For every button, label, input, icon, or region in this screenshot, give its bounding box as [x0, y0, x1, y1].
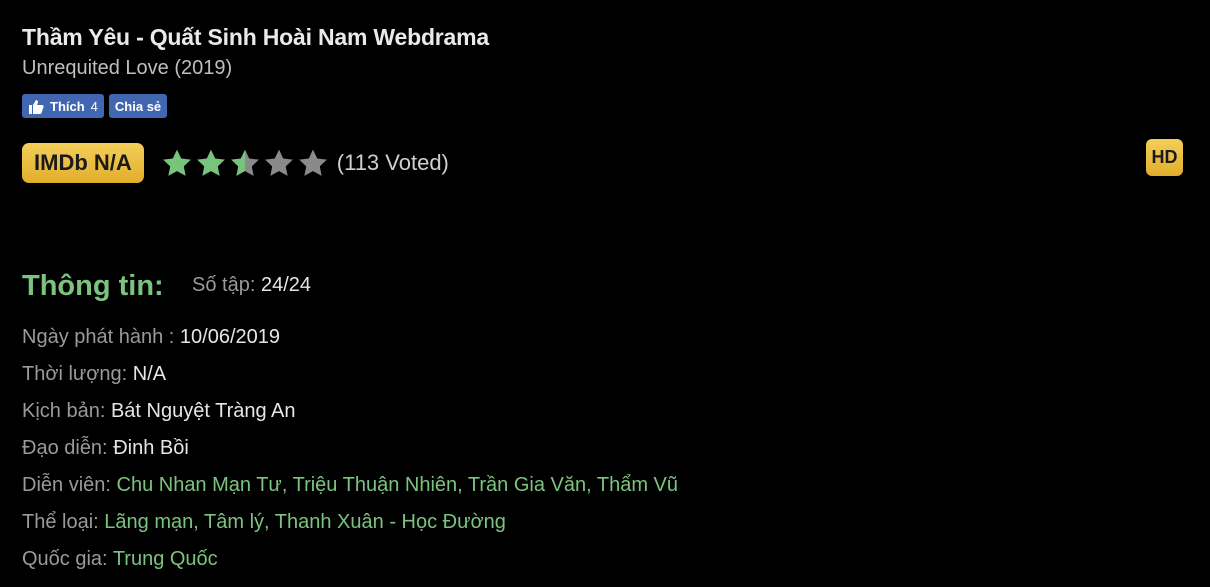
genre-link[interactable]: Thanh Xuân - Học Đường	[275, 511, 506, 533]
episodes-label: Số tập:	[192, 274, 256, 296]
rating-row: IMDb N/A (113 Voted)	[22, 143, 449, 183]
country-line: Quốc gia: Trung Quốc	[22, 548, 218, 571]
genre-label: Thể loại:	[22, 511, 99, 533]
movie-original-title: Unrequited Love (2019)	[22, 57, 233, 79]
country-link[interactable]: Trung Quốc	[113, 548, 218, 570]
release-date-label: Ngày phát hành :	[22, 326, 175, 348]
screenplay-line: Kịch bản: Bát Nguyệt Tràng An	[22, 400, 296, 423]
star-icon[interactable]	[161, 148, 193, 178]
screenplay-value: Bát Nguyệt Tràng An	[110, 400, 296, 422]
duration-label: Thời lượng:	[22, 363, 128, 385]
star-icon[interactable]	[229, 148, 261, 178]
imdb-badge: IMDb N/A	[22, 143, 144, 183]
genre-link[interactable]: Tâm lý	[204, 511, 264, 533]
episodes-value: 24/24	[260, 274, 312, 296]
vote-count: (113 Voted)	[336, 150, 449, 175]
info-heading: Thông tin:	[22, 270, 164, 302]
star-icon[interactable]	[263, 148, 295, 178]
star-icon[interactable]	[195, 148, 227, 178]
movie-detail-page: Thầm Yêu - Quất Sinh Hoài Nam Webdrama U…	[0, 0, 1210, 587]
like-label: Thích	[50, 98, 85, 114]
director-value: Đinh Bồi	[113, 437, 189, 459]
episodes-line: Số tập: 24/24	[192, 274, 311, 297]
cast-link[interactable]: Thẩm Vũ	[597, 474, 678, 496]
like-count: 4	[90, 98, 98, 114]
facebook-like-button[interactable]: Thích 4	[22, 94, 104, 118]
genre-link[interactable]: Lãng mạn	[104, 511, 193, 533]
hd-quality-badge: HD	[1146, 139, 1183, 176]
cast-label: Diễn viên:	[22, 474, 111, 496]
director-label: Đạo diễn:	[22, 437, 108, 459]
cast-link[interactable]: Chu Nhan Mạn Tư	[117, 474, 282, 496]
duration-value: N/A	[132, 363, 167, 385]
star-rating[interactable]	[161, 148, 329, 178]
cast-line: Diễn viên: Chu Nhan Mạn Tư, Triệu Thuận …	[22, 474, 679, 496]
cast-link[interactable]: Triệu Thuận Nhiên	[293, 474, 458, 496]
screenplay-label: Kịch bản:	[22, 400, 106, 422]
thumbs-up-icon	[29, 99, 44, 114]
facebook-share-button[interactable]: Chia sẻ	[108, 94, 168, 118]
release-date-value: 10/06/2019	[179, 326, 281, 348]
country-label: Quốc gia:	[22, 548, 108, 570]
director-line: Đạo diễn: Đinh Bồi	[22, 437, 189, 460]
genre-line: Thể loại: Lãng mạn, Tâm lý, Thanh Xuân -…	[22, 511, 506, 533]
star-icon[interactable]	[297, 148, 329, 178]
duration-line: Thời lượng: N/A	[22, 363, 166, 386]
release-date-line: Ngày phát hành : 10/06/2019	[22, 326, 280, 349]
cast-link[interactable]: Trần Gia Văn	[468, 474, 586, 496]
social-buttons: Thích 4 Chia sẻ	[22, 94, 168, 118]
movie-title: Thầm Yêu - Quất Sinh Hoài Nam Webdrama	[22, 24, 489, 50]
